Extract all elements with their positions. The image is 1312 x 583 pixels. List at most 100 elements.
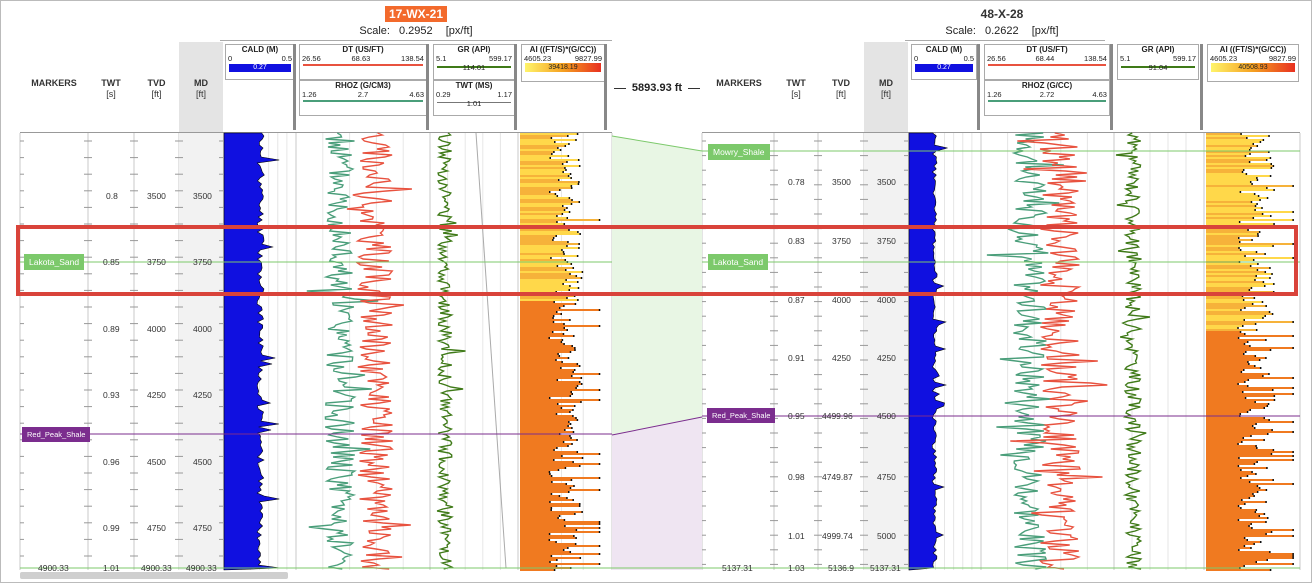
ai-curve: [1237, 465, 1240, 467]
ai-curve: [1259, 199, 1261, 201]
ai-fill: [520, 271, 583, 273]
ai-fill: [520, 459, 555, 461]
ai-fill: [520, 393, 573, 395]
ai-fill: [1206, 333, 1246, 335]
ai-fill: [520, 301, 555, 303]
ai-fill: [1206, 329, 1257, 331]
ai-fill: [520, 515, 560, 517]
ai-curve: [1241, 499, 1243, 501]
ai-fill: [1206, 215, 1272, 217]
ai-curve: [548, 539, 551, 541]
ai-curve: [1265, 305, 1267, 307]
ai-curve: [1262, 281, 1265, 283]
marker-label-mowry-shale-2[interactable]: Mowry_Shale: [708, 144, 770, 160]
ai-fill: [520, 279, 567, 281]
ai-curve: [556, 447, 558, 449]
ai-fill: [520, 189, 561, 191]
ai-fill: [520, 319, 571, 321]
ai-curve: [573, 335, 575, 337]
ai-fill: [520, 257, 552, 259]
tvd-label: 4000: [832, 295, 851, 305]
ai-curve: [1250, 435, 1252, 437]
ai-fill: [1206, 555, 1294, 557]
ai-curve: [1248, 481, 1251, 483]
ai-curve: [1244, 381, 1246, 383]
ai-fill: [1206, 155, 1246, 157]
ai-curve: [1246, 539, 1249, 541]
ai-fill: [1206, 489, 1267, 491]
ai-fill: [520, 439, 578, 441]
ai-fill: [520, 499, 574, 501]
ai-curve: [1249, 409, 1252, 411]
ai-curve: [560, 341, 563, 343]
ai-fill: [520, 367, 562, 369]
ai-curve: [1265, 501, 1267, 503]
ai-fill: [520, 469, 559, 471]
ai-curve: [548, 471, 551, 473]
ai-curve: [556, 379, 559, 381]
ai-curve: [561, 213, 564, 215]
ai-fill: [1206, 435, 1252, 437]
ai-fill: [520, 397, 550, 399]
ai-fill: [1206, 563, 1294, 565]
ai-fill: [520, 425, 569, 427]
ai-fill: [520, 339, 563, 341]
ai-fill: [520, 165, 580, 167]
ai-fill: [520, 371, 574, 373]
marker-label-red-peak-shale-1[interactable]: Red_Peak_Shale: [22, 427, 91, 442]
marker-label-lakota-sand-1[interactable]: Lakota_Sand: [24, 254, 85, 270]
ai-curve: [548, 533, 551, 535]
ai-curve: [1244, 503, 1246, 505]
ai-curve: [569, 423, 572, 425]
ai-curve: [1237, 327, 1239, 329]
ai-curve: [548, 191, 551, 193]
ai-fill: [520, 335, 575, 337]
ai-fill: [1206, 479, 1274, 481]
ai-fill: [520, 521, 600, 523]
ai-fill: [520, 423, 571, 425]
ai-fill: [1206, 453, 1272, 455]
ai-fill: [1206, 267, 1271, 269]
ai-curve: [1257, 195, 1260, 197]
ai-curve: [1273, 223, 1275, 225]
ai-curve: [565, 483, 568, 485]
marker-label-red-peak-shale-2[interactable]: Red_Peak_Shale: [707, 408, 776, 423]
ai-curve: [558, 355, 561, 357]
ai-fill: [1206, 233, 1259, 235]
ai-curve: [1242, 437, 1245, 439]
twt-label: 0.91: [788, 353, 805, 363]
ai-curve: [570, 187, 573, 189]
ai-curve: [572, 415, 574, 417]
ai-curve: [555, 235, 557, 237]
ai-curve: [564, 259, 567, 261]
ai-curve: [1263, 407, 1266, 409]
ai-curve: [1254, 279, 1256, 281]
ai-curve: [556, 195, 559, 197]
ai-fill: [520, 213, 563, 215]
ai-fill: [520, 553, 600, 555]
ai-fill: [1206, 447, 1258, 449]
ai-fill: [1206, 537, 1245, 539]
twt-label: 0.95: [788, 411, 805, 421]
horizontal-scrollbar[interactable]: [20, 572, 288, 579]
twt-label: 0.93: [103, 390, 120, 400]
ai-curve: [559, 189, 561, 191]
ai-fill: [520, 361, 563, 363]
ai-fill: [520, 343, 565, 345]
ai-curve: [1268, 135, 1270, 137]
marker-label-lakota-sand-2[interactable]: Lakota_Sand: [708, 254, 769, 270]
ai-fill: [1206, 263, 1259, 265]
ai-curve: [548, 337, 550, 339]
md-label: 4000: [193, 324, 212, 334]
correlation-fill-purple: [612, 417, 702, 570]
ai-curve: [574, 513, 576, 515]
ai-fill: [1206, 153, 1251, 155]
ai-fill: [1206, 321, 1294, 323]
ai-curve: [570, 185, 573, 187]
ai-fill: [520, 345, 573, 347]
ai-fill: [520, 455, 563, 457]
ai-curve: [1270, 453, 1273, 455]
ai-fill: [520, 383, 582, 385]
ai-curve: [1292, 451, 1294, 453]
ai-fill: [1206, 409, 1251, 411]
